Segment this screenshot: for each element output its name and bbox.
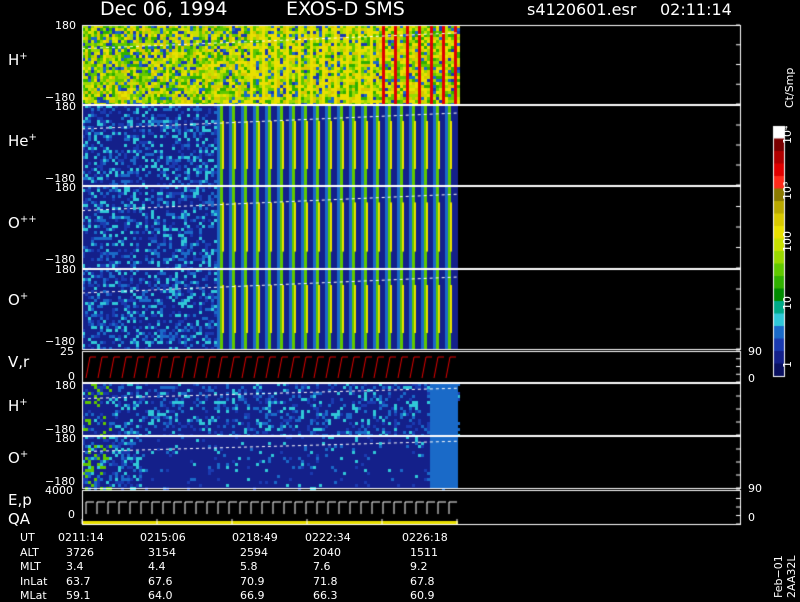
ephemeris-row-label: InLat bbox=[20, 575, 48, 588]
ephemeris-value: 60.9 bbox=[410, 589, 435, 602]
ephemeris-value: 70.9 bbox=[240, 575, 265, 588]
ephemeris-value: 64.0 bbox=[148, 589, 173, 602]
ephemeris-value: 3726 bbox=[66, 546, 94, 559]
ephemeris-value: 7.6 bbox=[313, 560, 331, 573]
y2-tick: 0 bbox=[748, 511, 755, 524]
ephemeris-value: 0215:06 bbox=[140, 531, 186, 544]
ephemeris-value: 66.3 bbox=[313, 589, 338, 602]
colorbar-unit: Ct/Smp bbox=[783, 67, 796, 108]
panel-label-o-plus: O+ bbox=[8, 291, 29, 309]
colorbar-tick: 10³ bbox=[781, 181, 794, 200]
y-tick: 0 bbox=[68, 508, 75, 521]
ephemeris-value: 63.7 bbox=[66, 575, 91, 588]
panel-label-ep: E,p bbox=[8, 491, 32, 509]
y-tick: 180 bbox=[55, 100, 76, 113]
panel-label-h-plus-2: H+ bbox=[8, 397, 28, 415]
panel-label-he-plus: He+ bbox=[8, 132, 37, 150]
ephemeris-value: 0222:34 bbox=[305, 531, 351, 544]
y-tick: 25 bbox=[60, 345, 74, 358]
y2-tick: 90 bbox=[748, 345, 762, 358]
ephemeris-value: 0226:18 bbox=[402, 531, 448, 544]
colorbar-tick: 10 bbox=[781, 296, 794, 310]
date-title: Dec 06, 1994 bbox=[100, 0, 228, 20]
y2-tick: 90 bbox=[748, 482, 762, 495]
ephemeris-value: 67.8 bbox=[410, 575, 435, 588]
ephemeris-value: 2040 bbox=[313, 546, 341, 559]
y-tick: 180 bbox=[55, 181, 76, 194]
y-tick: 180 bbox=[55, 379, 76, 392]
ephemeris-value: 9.2 bbox=[410, 560, 428, 573]
panel-label-o-plusplus: O++ bbox=[8, 214, 37, 232]
y-tick: 4000 bbox=[45, 484, 73, 497]
ephemeris-row-label: UT bbox=[20, 531, 35, 544]
panel-label-qa: QA bbox=[8, 510, 31, 528]
y-tick: 180 bbox=[55, 432, 76, 445]
ephemeris-value: 4.4 bbox=[148, 560, 166, 573]
panel-label-vr: V,r bbox=[8, 353, 30, 371]
instrument-title: EXOS-D SMS bbox=[286, 0, 405, 20]
ephemeris-value: 67.6 bbox=[148, 575, 173, 588]
ephemeris-value: 3154 bbox=[148, 546, 176, 559]
ephemeris-value: 3.4 bbox=[66, 560, 84, 573]
panel-label-h-plus: H+ bbox=[8, 51, 28, 69]
panel-label-o-plus-2: O+ bbox=[8, 449, 29, 467]
ephemeris-value: 2594 bbox=[240, 546, 268, 559]
ephemeris-row-label: MLat bbox=[20, 589, 47, 602]
file-name: s4120601.esr bbox=[527, 0, 637, 19]
ephemeris-row-label: ALT bbox=[20, 546, 39, 559]
ephemeris-row-label: MLT bbox=[20, 560, 41, 573]
ephemeris-value: 1511 bbox=[410, 546, 438, 559]
y2-tick: 0 bbox=[748, 372, 755, 385]
ephemeris-value: 0218:49 bbox=[232, 531, 278, 544]
y-tick: 180 bbox=[55, 263, 76, 276]
ephemeris-value: 66.9 bbox=[240, 589, 265, 602]
y-tick: 180 bbox=[55, 19, 76, 32]
ephemeris-value: 5.8 bbox=[240, 560, 258, 573]
ephemeris-value: 0211:14 bbox=[58, 531, 104, 544]
ephemeris-value: 71.8 bbox=[313, 575, 338, 588]
colorbar-tick: 10⁴ bbox=[781, 125, 794, 144]
spectrogram-canvas bbox=[0, 0, 800, 600]
footer-stamp: Feb−01 2AA32L bbox=[772, 555, 798, 598]
colorbar-tick: 1 bbox=[781, 361, 794, 368]
ephemeris-value: 59.1 bbox=[66, 589, 91, 602]
time-label: 02:11:14 bbox=[660, 0, 732, 19]
colorbar-tick: 100 bbox=[781, 231, 794, 252]
